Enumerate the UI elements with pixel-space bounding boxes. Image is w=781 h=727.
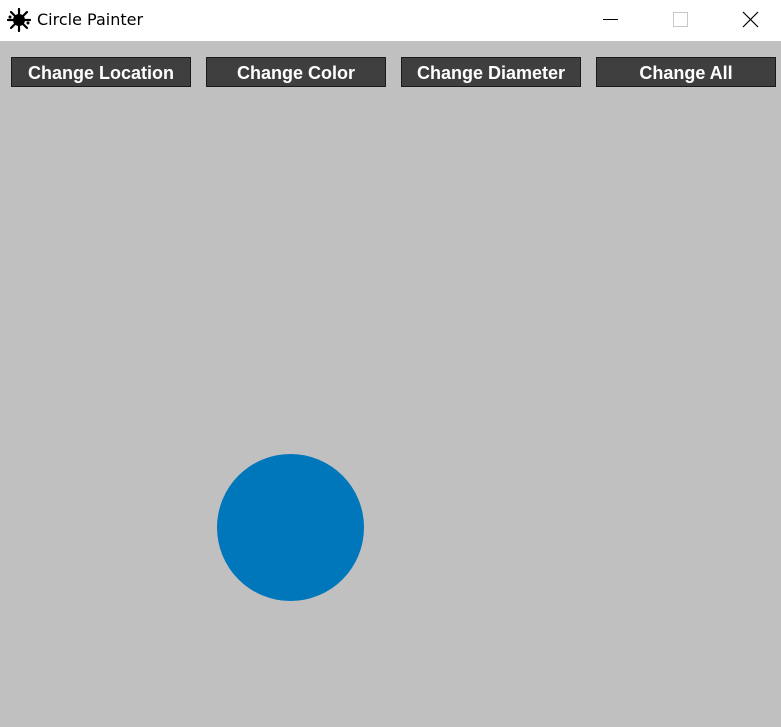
close-button[interactable]: [727, 0, 773, 41]
change-location-button[interactable]: Change Location: [11, 57, 191, 87]
maximize-button[interactable]: [657, 0, 703, 41]
painted-circle: [217, 454, 364, 601]
maximize-icon: [673, 12, 688, 27]
change-diameter-button[interactable]: Change Diameter: [401, 57, 581, 87]
title-bar[interactable]: Circle Painter: [0, 0, 781, 41]
close-icon: [742, 11, 759, 28]
paint-splat-icon: [6, 7, 32, 33]
change-color-button[interactable]: Change Color: [206, 57, 386, 87]
circle-painter-window: Circle Painter Change Location Change Co…: [0, 0, 781, 727]
change-all-button[interactable]: Change All: [596, 57, 776, 87]
window-title: Circle Painter: [37, 10, 144, 29]
drawing-canvas: [0, 97, 781, 727]
minimize-icon: [603, 19, 618, 20]
minimize-button[interactable]: [587, 0, 633, 41]
